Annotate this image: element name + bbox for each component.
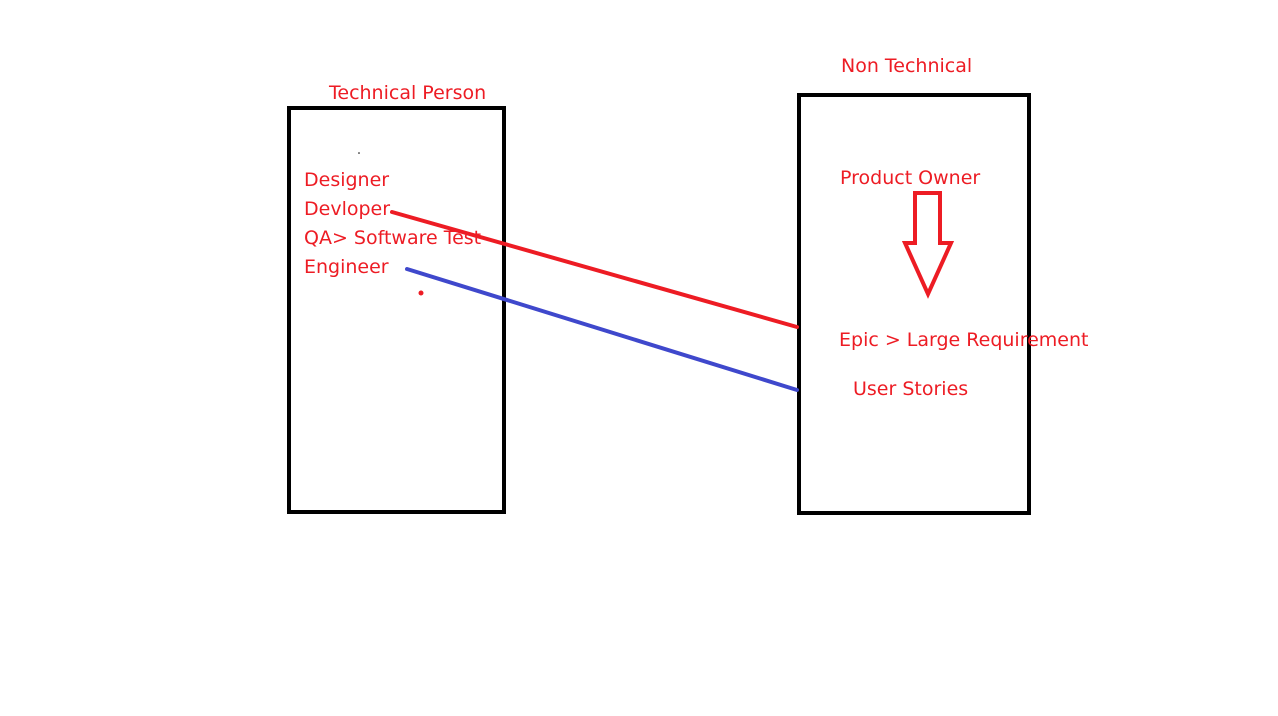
role-developer: Devloper (304, 198, 391, 220)
role-designer: Designer (304, 169, 390, 191)
technical-person-title: Technical Person (329, 82, 487, 104)
non-technical-box (797, 93, 1031, 515)
role-qa: QA> Software Test (304, 227, 482, 249)
epic-label: Epic > Large Requirement (839, 329, 1089, 351)
connector-layer (358, 152, 955, 392)
product-owner-label: Product Owner (840, 167, 981, 189)
diagram-canvas: Technical Person Non Technical Designer … (0, 0, 1278, 716)
role-engineer: Engineer (304, 256, 389, 278)
user-stories-label: User Stories (853, 378, 969, 400)
non-technical-title: Non Technical (841, 55, 973, 77)
